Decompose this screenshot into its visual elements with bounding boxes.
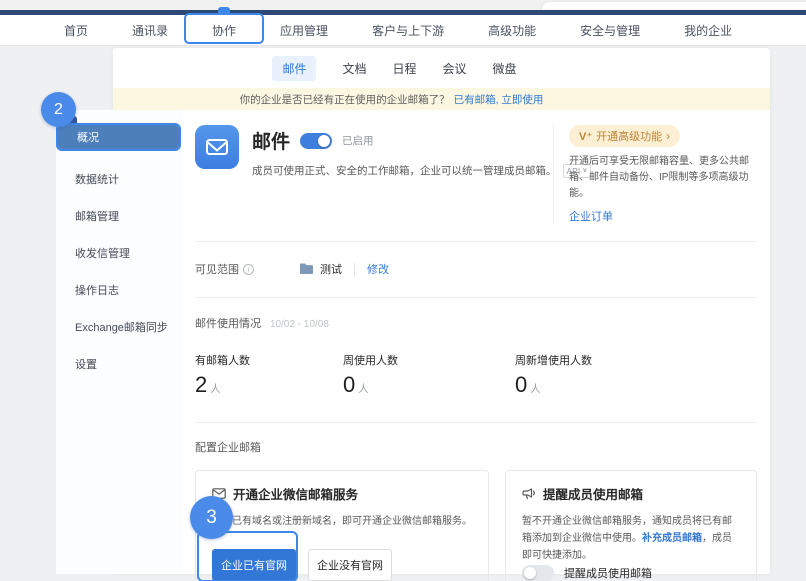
visibility-section: 可见范围 i 测试 修改 (195, 242, 757, 298)
stat-label: 有邮箱人数 (195, 352, 343, 368)
sidebar-item-exchange-sync-label: Exchange邮箱同步 (75, 319, 168, 335)
annotated-button-wrap: 3 企业已有官网 (212, 549, 296, 581)
mail-enable-toggle[interactable] (300, 133, 332, 149)
sidebar-item-statistics[interactable]: 数据统计 (56, 160, 181, 197)
tab-meeting[interactable]: 会议 (443, 60, 467, 77)
top-navigation: 首页 通讯录 协作 应用管理 客户与上下游 高级功能 安全与管理 我的企业 (0, 15, 806, 46)
card-remind-title: 提醒成员使用邮箱 (543, 484, 643, 503)
toggle-knob (318, 135, 330, 147)
stat-value: 0 (343, 372, 355, 397)
mail-description: 成员可使用正式、安全的工作邮箱，企业可以统一管理成员邮箱。 (252, 163, 557, 178)
main-card: 邮件 文档 日程 会议 微盘 你的企业是否已经有正在使用的企业邮箱了？ 已有邮箱… (113, 48, 770, 574)
sidebar-item-mailbox-management[interactable]: 邮箱管理 (56, 197, 181, 234)
mail-header-section: 邮件 已启用 成员可使用正式、安全的工作邮箱，企业可以统一管理成员邮箱。 API… (195, 116, 757, 242)
sidebar-item-overview-label: 概况 (77, 129, 99, 145)
tab-schedule[interactable]: 日程 (392, 60, 416, 77)
stat-label: 周使用人数 (343, 352, 515, 368)
stat-mailbox-members: 有邮箱人数 2人 (195, 352, 343, 398)
background-window-corner (542, 2, 806, 10)
stat-unit: 人 (358, 383, 369, 395)
toggle-knob (524, 567, 536, 579)
has-website-button[interactable]: 企业已有官网 (212, 549, 296, 581)
card-open-description: 配置已有域名或注册新域名，即可开通企业微信邮箱服务。 (212, 513, 472, 530)
card-open-title: 开通企业微信邮箱服务 (233, 484, 358, 503)
configure-section: 配置企业邮箱 开通企 (195, 423, 757, 581)
megaphone-icon (522, 488, 536, 500)
stat-label: 周新增使用人数 (515, 352, 592, 368)
card-body: 2 概况 数据统计 邮箱管理 收发信管理 操作日志 Exchange邮箱同步 设… (113, 110, 770, 574)
mail-app-icon (195, 125, 239, 169)
sidebar: 2 概况 数据统计 邮箱管理 收发信管理 操作日志 Exchange邮箱同步 设… (56, 110, 181, 574)
annotation-notch-icon (218, 7, 230, 15)
sidebar-item-exchange-sync[interactable]: Exchange邮箱同步 (56, 308, 181, 345)
step-badge-2: 2 (41, 92, 76, 127)
nav-item-customers[interactable]: 客户与上下游 (372, 22, 444, 39)
sidebar-item-settings-label: 设置 (75, 356, 97, 372)
page-background: 邮件 文档 日程 会议 微盘 你的企业是否已经有正在使用的企业邮箱了？ 已有邮箱… (0, 46, 806, 580)
remind-members-toggle[interactable] (522, 565, 554, 581)
nav-item-collaboration-label: 协作 (212, 24, 236, 38)
content: 邮件 已启用 成员可使用正式、安全的工作邮箱，企业可以统一管理成员邮箱。 API… (181, 110, 770, 574)
nav-item-contacts[interactable]: 通讯录 (132, 22, 168, 39)
nav-item-collaboration[interactable]: 协作 (212, 22, 236, 39)
visibility-value: 测试 (320, 261, 342, 277)
visibility-label: 可见范围 (195, 261, 239, 277)
sidebar-item-mailbox-management-label: 邮箱管理 (75, 208, 119, 224)
mail-header-main: 邮件 已启用 成员可使用正式、安全的工作邮箱，企业可以统一管理成员邮箱。 API… (252, 125, 553, 225)
card-remind-members: 提醒成员使用邮箱 暂不开通企业微信邮箱服务，通知成员将已有邮箱添加到企业微信中使… (505, 470, 757, 581)
card-remind-description: 暂不开通企业微信邮箱服务，通知成员将已有邮箱添加到企业微信中使用。补充成员邮箱，… (522, 513, 740, 564)
configure-section-label: 配置企业邮箱 (195, 439, 757, 455)
sidebar-item-settings[interactable]: 设置 (56, 345, 181, 382)
sidebar-item-statistics-label: 数据统计 (75, 171, 119, 187)
step-badge-3: 3 (190, 496, 233, 539)
folder-icon (299, 263, 314, 275)
stat-unit: 人 (530, 383, 541, 395)
tab-drive[interactable]: 微盘 (493, 60, 517, 77)
stat-weekly-users: 周使用人数 0人 (343, 352, 515, 398)
usage-section: 邮件使用情况 10/02 - 10/08 有邮箱人数 2人 周使用人数 0人 (195, 298, 757, 423)
screen: 首页 通讯录 协作 应用管理 客户与上下游 高级功能 安全与管理 我的企业 邮件… (0, 0, 806, 581)
nav-item-home[interactable]: 首页 (64, 22, 88, 39)
open-premium-button-label: 开通高级功能 (596, 128, 662, 144)
notice-question: 你的企业是否已经有正在使用的企业邮箱了？ (240, 92, 450, 107)
notice-bar: 你的企业是否已经有正在使用的企业邮箱了？ 已有邮箱, 立即使用 (113, 88, 770, 110)
enterprise-order-link[interactable]: 企业订单 (569, 208, 613, 224)
nav-item-advanced[interactable]: 高级功能 (488, 22, 536, 39)
nav-item-my-enterprise[interactable]: 我的企业 (684, 22, 732, 39)
notice-use-existing-link[interactable]: 已有邮箱, 立即使用 (454, 92, 544, 107)
sidebar-item-send-receive-label: 收发信管理 (75, 245, 130, 261)
card-open-mailbox-service: 开通企业微信邮箱服务 配置已有域名或注册新域名，即可开通企业微信邮箱服务。 3 … (195, 470, 489, 581)
no-website-button[interactable]: 企业没有官网 (308, 549, 392, 581)
tab-docs[interactable]: 文档 (342, 60, 366, 77)
tab-mail[interactable]: 邮件 (272, 56, 316, 81)
sidebar-item-operation-log-label: 操作日志 (75, 282, 119, 298)
stat-unit: 人 (210, 383, 221, 395)
premium-icon: V⁺ (579, 130, 592, 143)
usage-date-range: 10/02 - 10/08 (270, 319, 329, 330)
page-title: 邮件 (252, 127, 290, 154)
premium-description: 开通后可享受无限邮箱容量、更多公共邮箱、邮件自动备份、IP限制等多项高级功能。 (569, 154, 757, 202)
stat-value: 2 (195, 372, 207, 397)
open-premium-button[interactable]: V⁺ 开通高级功能 › (569, 125, 680, 147)
sidebar-item-overview[interactable]: 2 概况 (56, 123, 181, 151)
subtabs: 邮件 文档 日程 会议 微盘 (66, 48, 723, 88)
chevron-right-icon: › (666, 129, 670, 143)
nav-item-security[interactable]: 安全与管理 (580, 22, 640, 39)
info-icon[interactable]: i (243, 264, 254, 275)
top-strip (0, 0, 806, 10)
visibility-edit-link[interactable]: 修改 (367, 261, 389, 277)
nav-item-app-management[interactable]: 应用管理 (280, 22, 328, 39)
sidebar-item-operation-log[interactable]: 操作日志 (56, 271, 181, 308)
stat-weekly-new-users: 周新增使用人数 0人 (515, 352, 592, 398)
sidebar-item-send-receive[interactable]: 收发信管理 (56, 234, 181, 271)
divider (354, 263, 355, 276)
stat-value: 0 (515, 372, 527, 397)
supplement-mailbox-link[interactable]: 补充成员邮箱 (642, 533, 702, 544)
status-text: 已启用 (342, 133, 374, 148)
usage-title: 邮件使用情况 (195, 315, 261, 331)
remind-toggle-label: 提醒成员使用邮箱 (564, 565, 652, 581)
premium-promo-panel: V⁺ 开通高级功能 › 开通后可享受无限邮箱容量、更多公共邮箱、邮件自动备份、I… (553, 125, 757, 225)
